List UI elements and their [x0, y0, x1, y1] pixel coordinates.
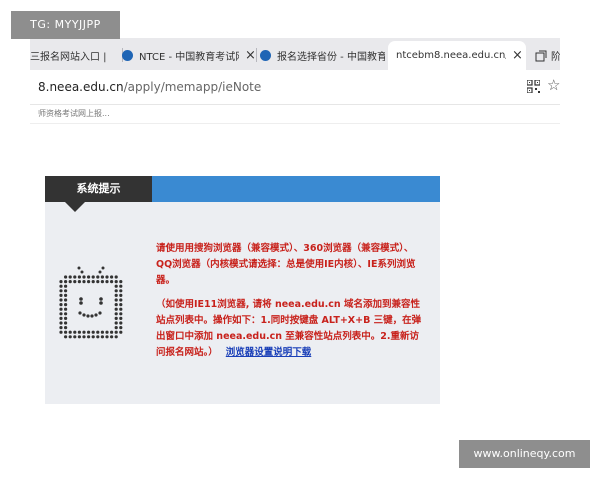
tab-title: NTCE - 中国教育考试网 — [139, 52, 239, 63]
url-field[interactable]: 8.neea.edu.cn/apply/memapp/ieNote — [38, 80, 261, 94]
watermark-website: www.onlineqy.com — [459, 440, 590, 468]
new-tab-button[interactable]: 阶 — [535, 41, 560, 70]
globe-icon — [260, 50, 271, 61]
url-path: /apply/memapp/ieNote — [123, 80, 262, 94]
close-icon[interactable]: × — [512, 48, 523, 63]
dialog-header: 系统提示 — [45, 176, 440, 212]
url-domain: 8.neea.edu.cn — [38, 80, 124, 94]
tv-icon — [59, 266, 123, 339]
browser-settings-download-link[interactable]: 浏览器设置说明下载 — [226, 347, 312, 358]
title-pointer — [65, 202, 85, 212]
tab-apply-active[interactable]: ntcebm8.neea.edu.cn/apply × — [388, 41, 526, 70]
close-icon[interactable]: × — [245, 48, 256, 63]
watermark-telegram: TG: MYYJJPP — [11, 11, 120, 39]
globe-icon — [122, 50, 133, 61]
address-bar[interactable]: 8.neea.edu.cn/apply/memapp/ieNote ☆ — [30, 70, 560, 105]
dialog-message: 请使用用搜狗浏览器（兼容模式）、360浏览器（兼容模式）、QQ浏览器（内核模式请… — [156, 241, 428, 361]
message-ie11: （如使用IE11浏览器, 请将 neea.edu.cn 域名添加到兼容性站点列表… — [156, 297, 428, 361]
tab-separator — [256, 48, 257, 62]
dialog-title: 系统提示 — [45, 176, 152, 202]
qr-code-icon[interactable] — [527, 80, 540, 93]
tab-title: 三报名网站入口 | — [30, 52, 107, 63]
tab-ntce[interactable]: NTCE - 中国教育考试网 × — [122, 41, 272, 70]
bookmark-star-icon[interactable]: ☆ — [547, 76, 560, 94]
page-hint: 师资格考试网上报... — [30, 104, 560, 124]
tab-registration-entry[interactable]: 三报名网站入口 | — [30, 41, 118, 70]
system-tips-dialog: 系统提示 请使用用搜狗浏览器（兼容模式）、360浏览器（兼容模式）、QQ浏览器（… — [45, 176, 440, 404]
new-tab-label: 阶 — [551, 52, 560, 63]
new-tab-icon — [535, 50, 547, 61]
tab-bar: 三报名网站入口 | NTCE - 中国教育考试网 × 报名选择省份 - 中国教育… — [30, 38, 560, 70]
tab-title: 报名选择省份 - 中国教育 — [277, 52, 385, 63]
tab-title: ntcebm8.neea.edu.cn/apply — [396, 50, 506, 61]
message-browsers: 请使用用搜狗浏览器（兼容模式）、360浏览器（兼容模式）、QQ浏览器（内核模式请… — [156, 243, 416, 286]
